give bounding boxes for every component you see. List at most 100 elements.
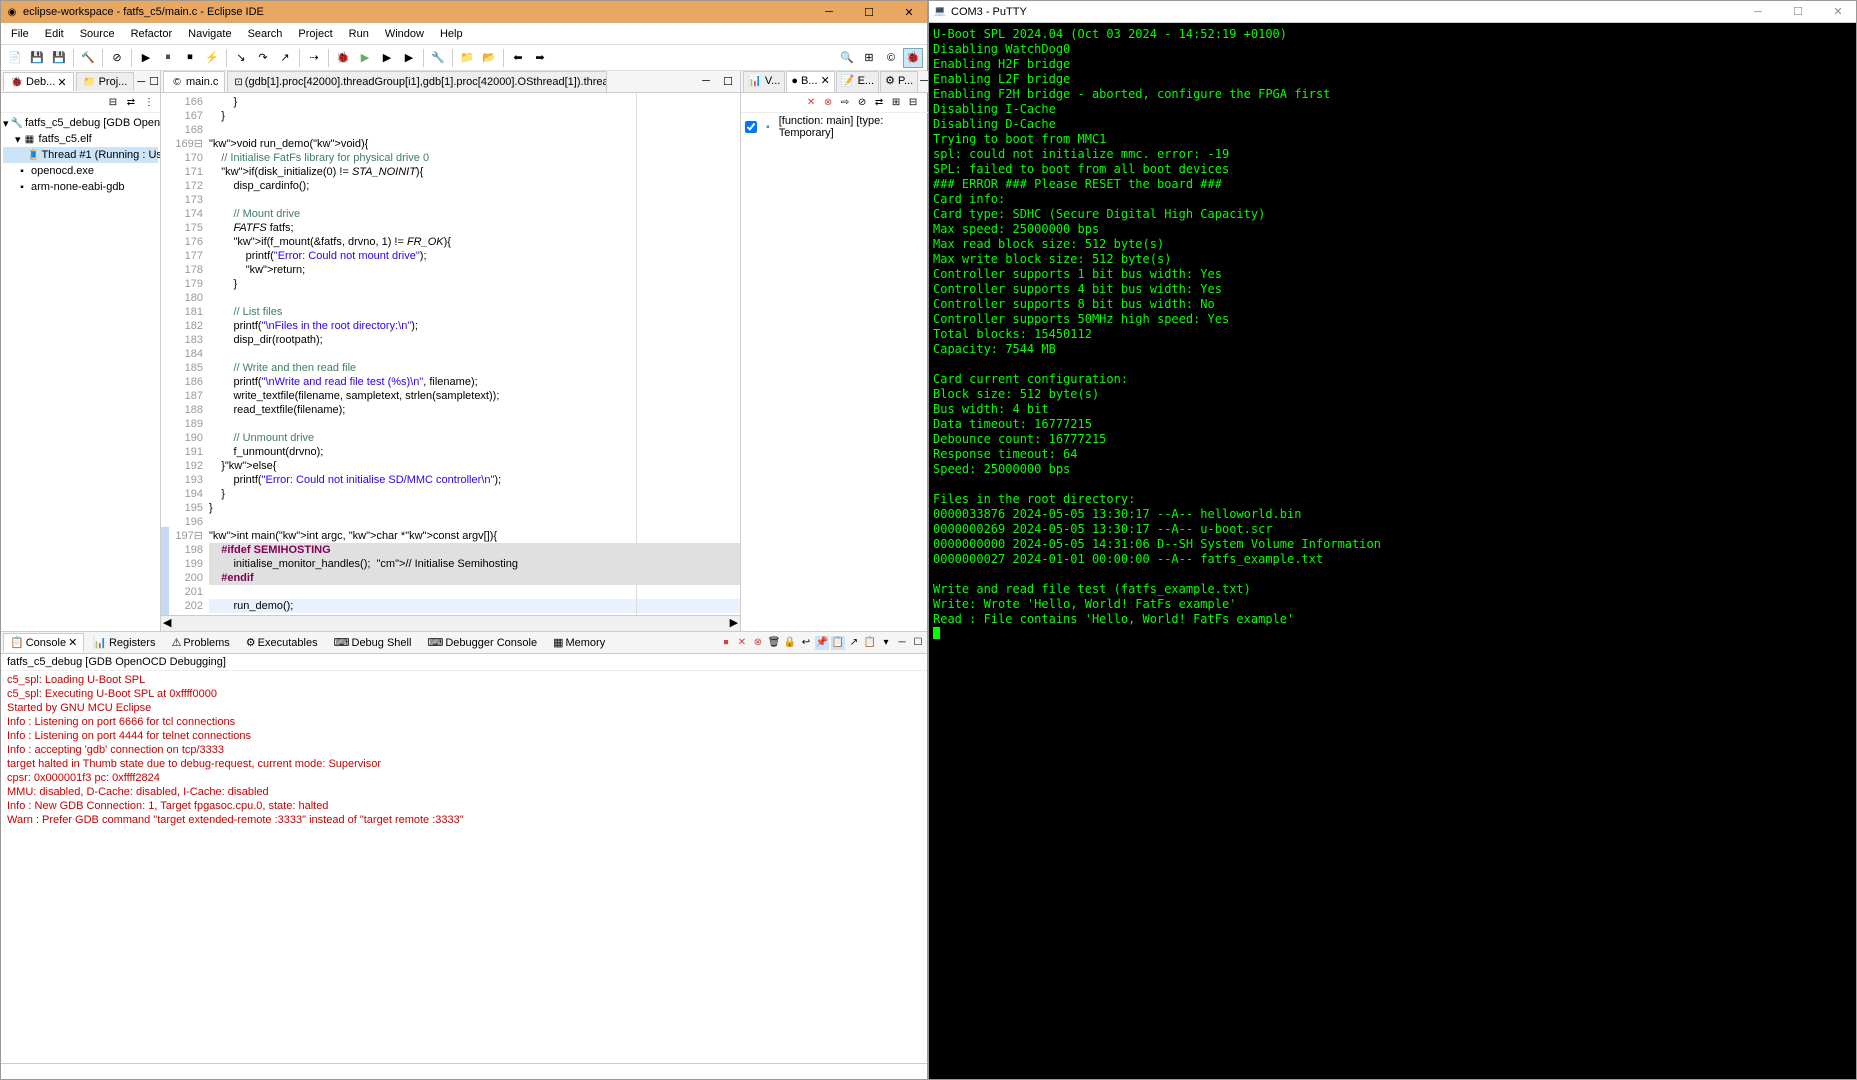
link-editor-icon[interactable]: ⇄ [124, 96, 138, 110]
variables-tab[interactable]: 📊 V... [743, 71, 785, 92]
new-file-icon[interactable]: 📄 [5, 48, 25, 68]
debug-openocd-node[interactable]: ▪openocd.exe [3, 163, 158, 179]
coverage-icon[interactable]: ▶ [377, 48, 397, 68]
new-folder-icon[interactable]: 📂 [479, 48, 499, 68]
save-icon[interactable]: 💾 [27, 48, 47, 68]
close-tab-icon[interactable]: ✕ [57, 76, 66, 89]
clear-console-icon[interactable]: 🗑 [767, 636, 781, 650]
open-console-icon[interactable]: ↗ [847, 636, 861, 650]
editor-maximize-icon[interactable]: ☐ [718, 71, 738, 91]
save-all-icon[interactable]: 💾 [49, 48, 69, 68]
pin-console-icon[interactable]: 📌 [815, 636, 829, 650]
collapse-all-icon[interactable]: ⊟ [106, 96, 120, 110]
debugger-console-tab[interactable]: ⌨ Debugger Console [420, 633, 544, 652]
goto-icon[interactable]: ⇨ [838, 96, 852, 110]
external-tools-icon[interactable]: 🔧 [428, 48, 448, 68]
console-output[interactable]: c5_spl: Loading U-Boot SPLc5_spl: Execut… [1, 671, 927, 1063]
new-class-icon[interactable]: 📁 [457, 48, 477, 68]
expressions-tab[interactable]: 📝 E... [836, 71, 879, 92]
profile-icon[interactable]: ▶ [399, 48, 419, 68]
run-icon[interactable]: ▶ [355, 48, 375, 68]
menu-file[interactable]: File [5, 26, 35, 42]
skip-all-icon[interactable]: ⊘ [855, 96, 869, 110]
editor-tab-frame[interactable]: ⊡(gdb[1].proc[42000].threadGroup[i1],gdb… [227, 71, 607, 92]
menu-edit[interactable]: Edit [39, 26, 70, 42]
menu-search[interactable]: Search [242, 26, 289, 42]
debug-perspective-icon[interactable]: 🐞 [903, 48, 923, 68]
putty-minimize-button[interactable]: ─ [1744, 2, 1772, 22]
suspend-icon[interactable]: ⏸ [158, 48, 178, 68]
step-over-icon[interactable]: ↷ [253, 48, 273, 68]
scroll-lock-icon[interactable]: 🔒 [783, 636, 797, 650]
chip-icon: ▦ [23, 132, 37, 146]
remove-launch-icon[interactable]: ✕ [735, 636, 749, 650]
collapse-icon[interactable]: ⊟ [906, 96, 920, 110]
menu-project[interactable]: Project [292, 26, 338, 42]
debug-gdb-node[interactable]: ▪arm-none-eabi-gdb [3, 179, 158, 195]
disconnect-icon[interactable]: ⚡ [202, 48, 222, 68]
menu-refactor[interactable]: Refactor [125, 26, 179, 42]
skip-breakpoints-icon[interactable]: ⊘ [107, 48, 127, 68]
console-view-menu-icon[interactable]: ▾ [879, 636, 893, 650]
editor-minimize-icon[interactable]: ─ [696, 71, 716, 91]
putty-close-button[interactable]: ✕ [1824, 2, 1852, 22]
function-bp-icon: ▪ [761, 120, 775, 134]
console-min-icon[interactable]: ─ [895, 636, 909, 650]
minimize-view-icon[interactable]: ─ [136, 72, 146, 92]
breakpoints-tab[interactable]: ● B... ✕ [786, 71, 835, 92]
link-icon[interactable]: ⇄ [872, 96, 886, 110]
menu-help[interactable]: Help [434, 26, 469, 42]
step-into-icon[interactable]: ↘ [231, 48, 251, 68]
step-return-icon[interactable]: ↗ [275, 48, 295, 68]
open-perspective-icon[interactable]: ⊞ [859, 48, 879, 68]
menu-navigate[interactable]: Navigate [182, 26, 237, 42]
forward-icon[interactable]: ➡ [530, 48, 550, 68]
resume-icon[interactable]: ▶ [136, 48, 156, 68]
back-icon[interactable]: ⬅ [508, 48, 528, 68]
expand-icon[interactable]: ⊞ [889, 96, 903, 110]
console-max-icon[interactable]: ☐ [911, 636, 925, 650]
word-wrap-icon[interactable]: ↩ [799, 636, 813, 650]
remove-all-launch-icon[interactable]: ⊗ [751, 636, 765, 650]
registers-tab[interactable]: 📊 Registers [86, 633, 162, 652]
process-icon: ▪ [15, 180, 29, 194]
menu-source[interactable]: Source [74, 26, 121, 42]
remove-icon[interactable]: ✕ [804, 96, 818, 110]
putty-terminal[interactable]: U-Boot SPL 2024.04 (Oct 03 2024 - 14:52:… [929, 23, 1856, 1079]
console-tab[interactable]: 📋 Console ✕ [3, 633, 84, 652]
maximize-view-icon[interactable]: ☐ [148, 72, 160, 92]
minimize-button[interactable]: ─ [815, 2, 843, 22]
instruction-step-icon[interactable]: ⇢ [304, 48, 324, 68]
problems-tab[interactable]: ⚠ Problems [164, 633, 236, 652]
close-button[interactable]: ✕ [895, 2, 923, 22]
menu-run[interactable]: Run [343, 26, 375, 42]
display-console-icon[interactable]: 📋 [863, 636, 877, 650]
search-icon[interactable]: 🔍 [837, 48, 857, 68]
view-menu-icon[interactable]: ⋮ [142, 96, 156, 110]
editor-scrollbar-h[interactable]: ◀▶ [161, 615, 740, 631]
putty-maximize-button[interactable]: ☐ [1784, 2, 1812, 22]
remove-all-icon[interactable]: ⊗ [821, 96, 835, 110]
code-editor[interactable]: 166167168169⊟170171172173174175176177178… [161, 93, 740, 615]
menu-window[interactable]: Window [379, 26, 430, 42]
bottom-scrollbar[interactable] [1, 1063, 927, 1079]
project-explorer-tab[interactable]: 📁Proj... [76, 72, 135, 91]
debug-icon[interactable]: 🐞 [333, 48, 353, 68]
breakpoint-item[interactable]: ▪ [function: main] [type: Temporary] [741, 113, 941, 141]
debug-thread-node[interactable]: 🧵Thread #1 (Running : Use [3, 147, 158, 163]
memory-tab[interactable]: ▦ Memory [546, 633, 612, 652]
build-icon[interactable]: 🔨 [78, 48, 98, 68]
debug-shell-tab[interactable]: ⌨ Debug Shell [327, 633, 419, 652]
editor-tab-main[interactable]: ©main.c [163, 71, 225, 92]
terminate-console-icon[interactable]: ⏹ [719, 636, 733, 650]
terminate-icon[interactable]: ⏹ [180, 48, 200, 68]
debug-elf-node[interactable]: ▾ ▦fatfs_c5.elf [3, 131, 158, 147]
breakpoint-checkbox[interactable] [745, 121, 757, 133]
show-console-icon[interactable]: 📋 [831, 636, 845, 650]
cpp-perspective-icon[interactable]: © [881, 48, 901, 68]
debug-launch-node[interactable]: ▾ 🔧fatfs_c5_debug [GDB OpenOCD [3, 115, 158, 131]
executables-tab[interactable]: ⚙ Executables [239, 633, 325, 652]
maximize-button[interactable]: ☐ [855, 2, 883, 22]
peripherals-tab[interactable]: ⚙ P... [880, 71, 918, 92]
debug-tab[interactable]: 🐞Deb...✕ [3, 72, 74, 91]
